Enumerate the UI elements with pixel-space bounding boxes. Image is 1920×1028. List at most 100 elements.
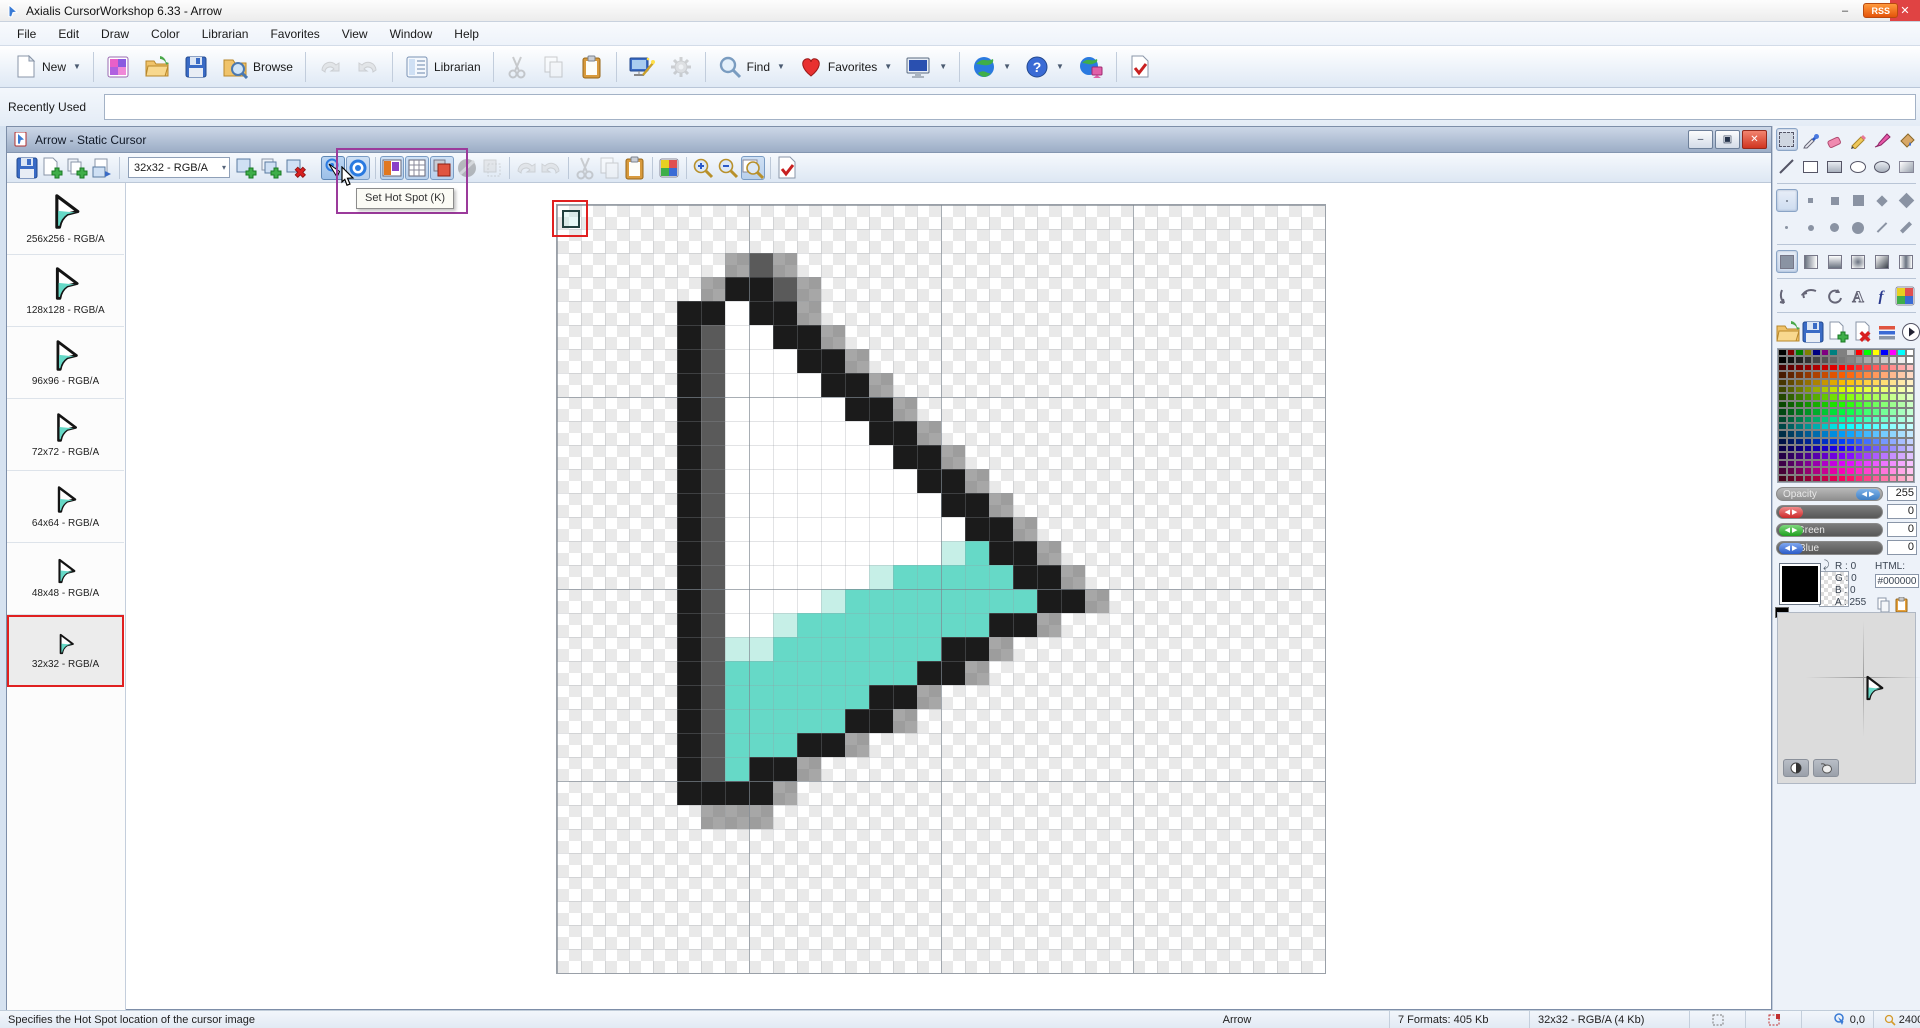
palette-color-cell[interactable] <box>1872 379 1881 386</box>
palette-color-cell[interactable] <box>1863 371 1872 378</box>
pixel-cell[interactable] <box>797 733 821 757</box>
palette-color-cell[interactable] <box>1829 386 1838 393</box>
menu-view[interactable]: View <box>331 24 379 44</box>
palette-color-cell[interactable] <box>1863 445 1872 452</box>
pixel-cell[interactable] <box>893 685 917 709</box>
pixel-cell[interactable] <box>725 325 749 349</box>
pixel-cell[interactable] <box>773 253 797 277</box>
pixel-cell[interactable] <box>893 493 917 517</box>
palette-color-cell[interactable] <box>1889 460 1898 467</box>
pixel-cell[interactable] <box>869 589 893 613</box>
pixel-cell[interactable] <box>821 637 845 661</box>
rectangle-tool[interactable] <box>1800 155 1822 178</box>
palette-color-cell[interactable] <box>1855 416 1864 423</box>
palette-color-cell[interactable] <box>1872 371 1881 378</box>
eraser-tool[interactable] <box>1824 128 1846 151</box>
palette-color-cell[interactable] <box>1804 467 1813 474</box>
pixel-cell[interactable] <box>773 325 797 349</box>
pixel-cell[interactable] <box>725 373 749 397</box>
palette-color-cell[interactable] <box>1795 379 1804 386</box>
palette-color-cell[interactable] <box>1846 416 1855 423</box>
export-format-button[interactable] <box>90 156 114 180</box>
pixel-cell[interactable] <box>797 661 821 685</box>
pixel-cell[interactable] <box>845 613 869 637</box>
text-tool[interactable]: A <box>1847 284 1869 307</box>
palette-color-cell[interactable] <box>1889 408 1898 415</box>
palette-color-cell[interactable] <box>1872 393 1881 400</box>
wizard-button[interactable] <box>622 50 662 84</box>
pixel-cell[interactable] <box>773 517 797 541</box>
pixel-cell[interactable] <box>677 613 701 637</box>
palette-color-cell[interactable] <box>1838 393 1847 400</box>
opacity-value[interactable]: 255 <box>1887 486 1917 501</box>
pixel-cell[interactable] <box>725 685 749 709</box>
palette-color-cell[interactable] <box>1812 475 1821 482</box>
pixel-cell[interactable] <box>845 589 869 613</box>
delete-image-button[interactable] <box>284 156 308 180</box>
pixel-cell[interactable] <box>893 565 917 589</box>
palette-color-cell[interactable] <box>1889 364 1898 371</box>
pixel-cell[interactable] <box>677 709 701 733</box>
pixel-cell[interactable] <box>749 349 773 373</box>
pixel-cell[interactable] <box>989 637 1013 661</box>
menu-edit[interactable]: Edit <box>47 24 90 44</box>
palette-color-cell[interactable] <box>1838 379 1847 386</box>
palette-color-cell[interactable] <box>1880 386 1889 393</box>
pixel-cell[interactable] <box>869 709 893 733</box>
pixel-cell[interactable] <box>701 421 725 445</box>
pixel-cell[interactable] <box>989 517 1013 541</box>
test-cursor-button[interactable] <box>775 156 799 180</box>
pixel-cell[interactable] <box>845 493 869 517</box>
pixel-cell[interactable] <box>869 685 893 709</box>
palette-color-cell[interactable] <box>1787 408 1796 415</box>
pixel-cell[interactable] <box>965 469 989 493</box>
pixel-cell[interactable] <box>773 589 797 613</box>
palette-color-cell[interactable] <box>1906 475 1915 482</box>
palette-color-cell[interactable] <box>1846 423 1855 430</box>
palette-color-cell[interactable] <box>1778 408 1787 415</box>
palette-color-cell[interactable] <box>1897 475 1906 482</box>
palette-color-cell[interactable] <box>1812 423 1821 430</box>
pixel-cell[interactable] <box>1037 541 1061 565</box>
palette-color-cell[interactable] <box>1863 401 1872 408</box>
gradient-radial[interactable] <box>1847 250 1869 273</box>
duplicate-image-button[interactable] <box>259 156 283 180</box>
format-item-96x96[interactable]: 96x96 - RGB/A <box>7 327 124 399</box>
hotspot-marker[interactable] <box>552 200 588 237</box>
pixel-cell[interactable] <box>701 397 725 421</box>
filled-rectangle-tool[interactable] <box>1824 155 1846 178</box>
pixel-cell[interactable] <box>893 589 917 613</box>
web-download-button[interactable] <box>1071 50 1111 84</box>
test-button[interactable] <box>1122 50 1158 84</box>
palette-color-cell[interactable] <box>1838 371 1847 378</box>
palette-color-cell[interactable] <box>1906 430 1915 437</box>
palette-color-cell[interactable] <box>1821 356 1830 363</box>
pixel-cell[interactable] <box>677 445 701 469</box>
palette-color-cell[interactable] <box>1821 386 1830 393</box>
pixel-cell[interactable] <box>749 493 773 517</box>
palette-color-cell[interactable] <box>1889 371 1898 378</box>
palette-color-cell[interactable] <box>1880 371 1889 378</box>
flip-horizontal-button[interactable] <box>1776 284 1798 307</box>
zoom-out-button[interactable] <box>716 156 740 180</box>
palette-color-cell[interactable] <box>1897 438 1906 445</box>
palette-color-cell[interactable] <box>1906 408 1915 415</box>
pixel-cell[interactable] <box>773 661 797 685</box>
palette-color-cell[interactable] <box>1804 371 1813 378</box>
pixel-cell[interactable] <box>845 661 869 685</box>
palette-color-cell[interactable] <box>1855 452 1864 459</box>
palette-color-cell[interactable] <box>1821 379 1830 386</box>
palette-color-cell[interactable] <box>1863 408 1872 415</box>
help-button[interactable]: ?▼ <box>1018 50 1071 84</box>
ellipse-tool[interactable] <box>1847 155 1869 178</box>
palette-color-cell[interactable] <box>1787 379 1796 386</box>
pixel-cell[interactable] <box>821 685 845 709</box>
paste-button[interactable] <box>573 50 611 84</box>
pixel-cell[interactable] <box>797 685 821 709</box>
pixel-cell[interactable] <box>797 445 821 469</box>
palette-color-cell[interactable] <box>1906 416 1915 423</box>
palette-color-cell[interactable] <box>1855 430 1864 437</box>
pixel-cell[interactable] <box>677 565 701 589</box>
pixel-cell[interactable] <box>797 541 821 565</box>
pixel-cell[interactable] <box>701 469 725 493</box>
